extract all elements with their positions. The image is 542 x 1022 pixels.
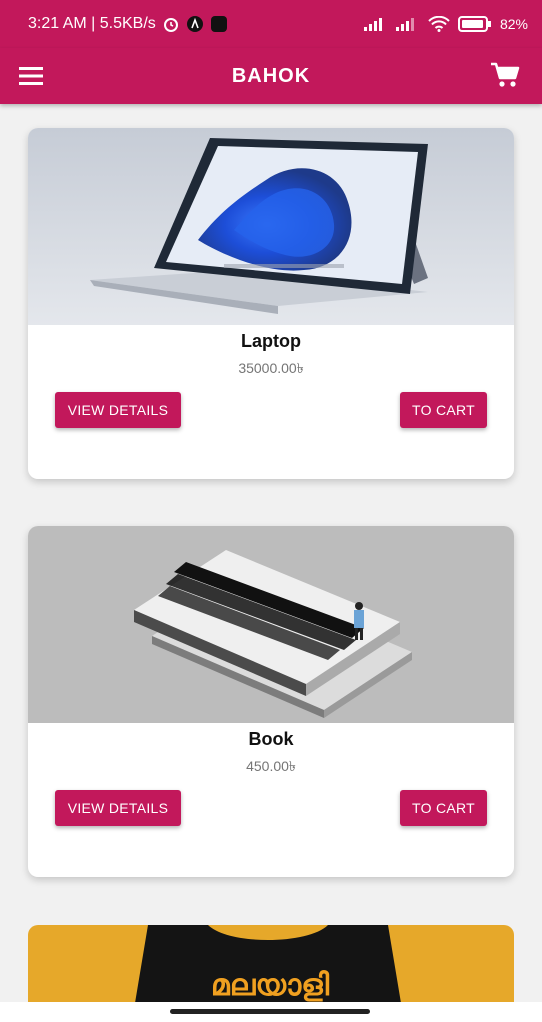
status-time: 3:21 AM | 5.5KB/s [28,15,156,32]
app-notification-icon-2 [210,16,227,32]
product-card-book: Book 450.00৳ VIEW DETAILS TO CART [28,526,514,877]
status-bar: 3:21 AM | 5.5KB/s 82% [0,0,542,48]
product-list[interactable]: Laptop 35000.00৳ VIEW DETAILS TO CART Bo… [0,104,542,1022]
home-gesture-handle[interactable] [170,1009,370,1014]
battery-level: 82% [499,16,528,32]
add-to-cart-button[interactable]: TO CART [400,790,487,826]
product-name: Book [248,729,294,749]
product-image-laptop [28,128,514,325]
app-bar: BAHOK [0,48,542,104]
alarm-icon [163,18,178,32]
cart-icon[interactable] [490,61,520,89]
product-price: 35000.00৳ [238,360,304,376]
status-right: 82% [363,16,528,32]
signal-icon-2 [395,18,414,31]
product-card-laptop: Laptop 35000.00৳ VIEW DETAILS TO CART [28,128,514,479]
product-name: Laptop [241,331,301,351]
product-image-book [28,526,514,723]
wifi-icon [428,16,450,32]
view-details-button[interactable]: VIEW DETAILS [55,790,181,826]
signal-icon [363,18,382,31]
app-notification-icon [186,16,203,32]
menu-icon[interactable] [18,64,44,88]
battery-icon [457,16,491,32]
product-price: 450.00৳ [246,758,296,774]
add-to-cart-button[interactable]: TO CART [400,392,487,428]
app-title: BAHOK [231,64,311,87]
tshirt-print: മലയാളി [211,968,330,1003]
status-left: 3:21 AM | 5.5KB/s [28,15,228,33]
view-details-button[interactable]: VIEW DETAILS [55,392,181,428]
